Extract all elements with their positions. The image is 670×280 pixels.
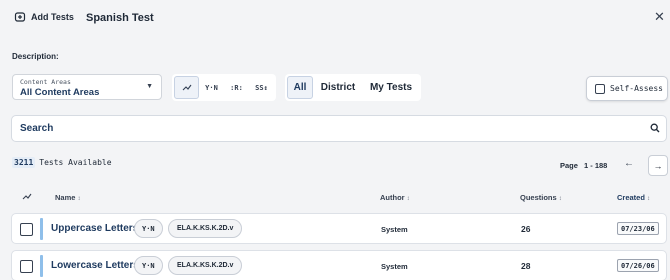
close-icon[interactable]: ✕ xyxy=(654,10,665,23)
created-date: 07/26/06 xyxy=(617,259,659,272)
sort-desc-icon: ↕ xyxy=(646,196,650,202)
description-label: Description: xyxy=(12,52,59,61)
add-tests-button[interactable]: Add Tests xyxy=(14,11,74,23)
created-date: 07/23/06 xyxy=(617,222,659,235)
pagination-label: Page xyxy=(560,161,578,170)
add-tests-label: Add Tests xyxy=(31,12,74,22)
table-row[interactable]: Lowercase Letters Y·N ELA.K.KS.K.2D.v Sy… xyxy=(11,250,667,280)
table-row[interactable]: Uppercase Letters Y·N ELA.K.KS.K.2D.v Sy… xyxy=(11,213,667,244)
view-toggle-bracket[interactable]: :R: xyxy=(224,76,249,99)
self-assess-checkbox[interactable] xyxy=(595,83,605,94)
column-header-created[interactable]: Created ↕ xyxy=(617,193,650,202)
row-marker xyxy=(40,255,43,277)
view-toggle-sort[interactable]: SS↕ xyxy=(249,76,274,99)
view-toggle-group: Y·N :R: SS↕ xyxy=(172,74,276,101)
content-areas-label: Content Areas xyxy=(20,78,71,86)
pagination-range: 1 - 188 xyxy=(584,161,608,170)
test-name-link[interactable]: Uppercase Letters xyxy=(51,223,138,234)
column-header-name[interactable]: Name ↕ xyxy=(55,193,80,202)
previous-page-button[interactable]: ← xyxy=(624,158,634,169)
type-badge: Y·N xyxy=(134,219,163,238)
chart-column-icon xyxy=(22,193,32,203)
results-count-label: Tests Available xyxy=(39,158,112,167)
filter-tabs: All District My Tests xyxy=(285,74,421,101)
questions-value: 28 xyxy=(521,261,531,271)
results-count-number: 3211 xyxy=(12,157,36,168)
view-toggle-chart[interactable] xyxy=(174,76,199,99)
content-areas-select[interactable]: Content Areas All Content Areas ▼ xyxy=(12,74,162,100)
page-title: Spanish Test xyxy=(86,12,154,24)
tab-district[interactable]: District xyxy=(313,76,363,99)
sort-icon: ↕ xyxy=(77,196,81,202)
results-count: 3211 Tests Available xyxy=(12,157,112,168)
sort-icon: ↕ xyxy=(558,196,562,202)
row-marker xyxy=(40,218,43,240)
type-badge: Y·N xyxy=(134,256,163,275)
self-assess-toggle[interactable]: Self-Assess xyxy=(586,76,668,101)
tab-my-tests[interactable]: My Tests xyxy=(363,76,419,99)
row-checkbox[interactable] xyxy=(20,260,33,273)
chevron-down-icon: ▼ xyxy=(146,83,153,90)
chart-icon xyxy=(182,84,191,90)
view-toggle-yes-no[interactable]: Y·N xyxy=(199,76,224,99)
add-tests-icon xyxy=(14,12,26,22)
sort-icon: ↕ xyxy=(406,196,410,202)
self-assess-label: Self-Assess xyxy=(610,84,663,93)
author-value: System xyxy=(381,262,408,271)
search-input[interactable]: Search xyxy=(11,115,667,142)
tab-all[interactable]: All xyxy=(287,76,313,99)
questions-value: 26 xyxy=(521,224,531,234)
search-placeholder: Search xyxy=(20,123,54,134)
column-header-author[interactable]: Author ↕ xyxy=(380,193,410,202)
row-checkbox[interactable] xyxy=(20,223,33,236)
column-header-questions[interactable]: Questions ↕ xyxy=(520,193,562,202)
next-page-button[interactable]: → xyxy=(648,155,668,176)
test-name-link[interactable]: Lowercase Letters xyxy=(51,260,139,271)
standard-badge: ELA.K.KS.K.2D.v xyxy=(168,219,243,238)
content-areas-value: All Content Areas xyxy=(20,87,100,98)
search-icon[interactable] xyxy=(650,123,660,133)
standard-badge: ELA.K.KS.K.2D.v xyxy=(168,256,243,275)
author-value: System xyxy=(381,225,408,234)
